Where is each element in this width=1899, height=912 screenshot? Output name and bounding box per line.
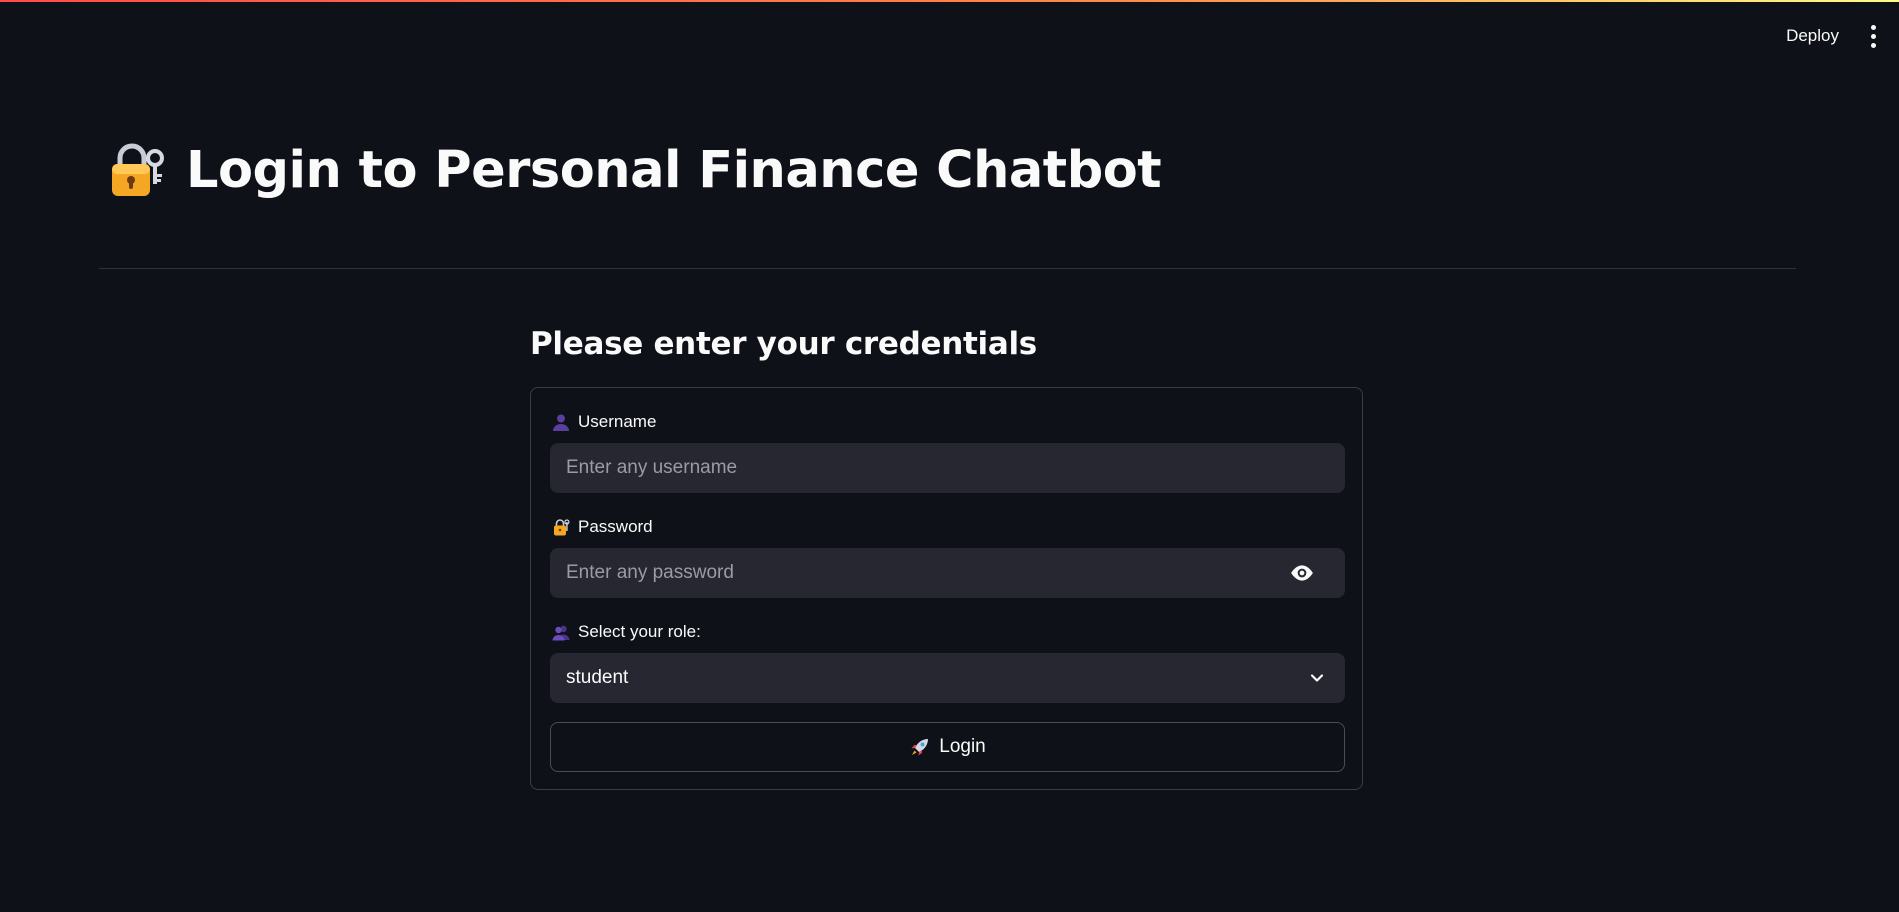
password-label: Password <box>552 517 653 537</box>
role-label-text: Select your role: <box>578 622 701 641</box>
rocket-icon <box>911 739 929 756</box>
chevron-down-icon <box>1305 666 1329 690</box>
username-label: Username <box>552 412 656 432</box>
title-divider <box>99 268 1796 269</box>
deploy-button[interactable]: Deploy <box>1774 18 1851 54</box>
role-select[interactable]: student <box>550 653 1345 703</box>
credentials-subheading: Please enter your credentials <box>530 326 1037 362</box>
login-button[interactable]: Login <box>550 722 1345 772</box>
password-input[interactable] <box>550 548 1277 598</box>
login-form: Username Password <box>530 387 1363 790</box>
locked-with-key-icon <box>554 519 570 536</box>
user-silhouette-icon <box>553 414 569 431</box>
kebab-menu-icon[interactable] <box>1861 20 1885 52</box>
users-silhouette-icon <box>552 625 570 641</box>
login-button-label: Login <box>939 736 986 757</box>
page-title-text: Login to Personal Finance Chatbot <box>186 140 1162 200</box>
app-header: Deploy <box>1774 0 1899 72</box>
role-label: Select your role: <box>552 622 701 642</box>
page-title: Login to Personal Finance Chatbot <box>106 140 1162 200</box>
username-label-text: Username <box>578 412 657 431</box>
password-field-box <box>550 548 1345 598</box>
locked-with-key-icon <box>112 143 164 196</box>
role-selected-value: student <box>566 667 629 688</box>
username-field-box <box>550 443 1345 493</box>
eye-icon[interactable] <box>1277 548 1327 598</box>
password-label-text: Password <box>578 517 653 536</box>
top-decoration-bar <box>0 0 1899 2</box>
username-input[interactable] <box>550 443 1345 493</box>
